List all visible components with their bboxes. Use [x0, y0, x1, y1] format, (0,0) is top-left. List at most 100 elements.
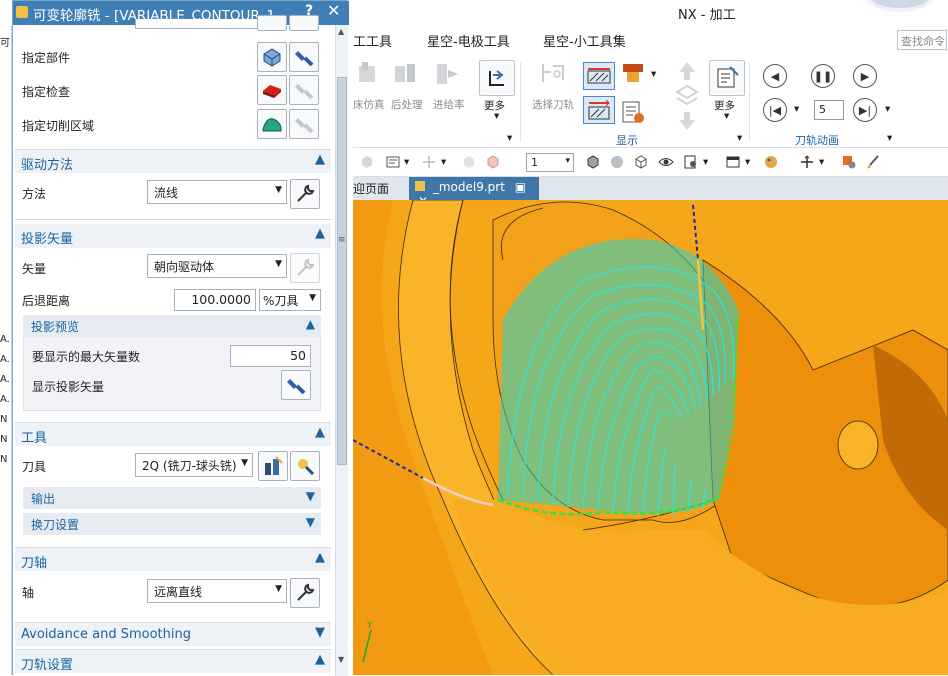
pause-icon[interactable]: ❚❚ [811, 64, 835, 88]
display-cut-area-button[interactable] [289, 109, 319, 139]
step-forward-icon[interactable]: ▶| [853, 98, 877, 122]
retract-unit-select[interactable]: %刀具 ▼ [259, 289, 321, 311]
collapse-icon[interactable]: ▲ [315, 152, 325, 167]
tool-select[interactable]: 2Q (铣刀-球头铣) ▼ [135, 453, 253, 477]
tab-pin-icon[interactable]: ▣ [515, 180, 526, 194]
select-part-button[interactable] [257, 42, 287, 72]
postprocess-icon[interactable] [391, 60, 419, 88]
graphics-viewport[interactable]: Y [353, 200, 948, 675]
more-button-1[interactable] [479, 60, 515, 96]
tab-model9[interactable]: _model9.prt ▣ ✕ [409, 177, 539, 208]
select-cut-area-button[interactable] [257, 109, 287, 139]
window-icon[interactable] [725, 154, 741, 170]
max-vectors-input[interactable]: 50 [230, 345, 311, 367]
collapse-icon[interactable]: ▲ [315, 652, 325, 667]
palette-icon[interactable] [763, 154, 779, 170]
play-icon[interactable]: ▶ [853, 64, 877, 88]
tool-change-header[interactable]: 换刀设置 ▼ [23, 513, 321, 535]
method-select[interactable]: 流线 ▼ [147, 180, 287, 204]
scroll-down-icon[interactable]: ▼ [338, 655, 344, 664]
list-display-icon[interactable] [619, 98, 647, 126]
edit-axis-button[interactable] [290, 578, 320, 608]
projection-vector-section[interactable]: 投影矢量 ▲ [15, 224, 331, 248]
collapse-icon[interactable]: ▲ [315, 425, 325, 440]
layer-select[interactable]: 1 ▾ [526, 153, 574, 172]
command-search-input[interactable]: 查找命令 [897, 30, 947, 50]
move-origin-dropdown-icon[interactable]: ▾ [819, 156, 824, 168]
eye-icon[interactable] [658, 154, 674, 170]
more-button-2[interactable] [709, 60, 745, 96]
display-check-button[interactable] [289, 75, 319, 105]
display-part-button[interactable] [289, 42, 319, 72]
edit-vector-button[interactable] [290, 253, 320, 283]
more-dropdown-1-icon[interactable]: ▾ [494, 110, 499, 122]
snap-dropdown-icon[interactable]: ▾ [441, 156, 446, 168]
scroll-thumb[interactable] [337, 77, 347, 465]
group-dropdown-3-icon[interactable]: ▾ [887, 132, 892, 144]
path-settings-section[interactable]: 刀轨设置 ▲ [15, 649, 331, 673]
layer-dropdown-icon[interactable]: ▾ [565, 156, 570, 166]
wireframe-icon[interactable] [633, 154, 649, 170]
step-back-icon[interactable]: |◀ [763, 98, 787, 122]
retract-distance-input[interactable]: 100.0000 [174, 289, 256, 311]
display-toggle-1[interactable] [583, 62, 615, 90]
tool-axis-section[interactable]: 刀轴 ▲ [15, 547, 331, 571]
machine-simulate-icon[interactable] [353, 60, 381, 88]
axis-select[interactable]: 远离直线 ▼ [147, 579, 287, 603]
geometry-display-button[interactable] [289, 15, 319, 31]
select-check-button[interactable] [257, 75, 287, 105]
show-vectors-button[interactable] [281, 370, 311, 400]
ribbon-tab-tools[interactable]: 工工具 [353, 31, 392, 50]
collapse-icon[interactable]: ▲ [315, 550, 325, 565]
avoidance-section[interactable]: Avoidance and Smoothing ▼ [15, 622, 331, 646]
show-hide-icon[interactable] [683, 154, 699, 170]
animation-speed-spinner[interactable]: 5 [814, 100, 844, 120]
tool-display-icon[interactable] [619, 60, 647, 88]
more-dropdown-2-icon[interactable]: ▾ [724, 110, 729, 122]
shaded-edges-icon[interactable] [585, 154, 601, 170]
step-forward-dropdown-icon[interactable]: ▾ [885, 103, 890, 115]
dialog-scrollbar[interactable]: ▲ ≡ ▼ [335, 25, 348, 676]
brush-icon[interactable] [865, 154, 881, 170]
scroll-up-icon[interactable]: ▲ [338, 27, 344, 36]
window-dropdown-icon[interactable]: ▾ [745, 156, 750, 168]
cube-icon[interactable] [359, 154, 375, 170]
expand-icon[interactable]: ▼ [306, 489, 315, 503]
move-down-icon[interactable] [673, 106, 701, 134]
tab-welcome[interactable]: 迎页面 [353, 180, 389, 197]
part-icon[interactable] [485, 154, 501, 170]
move-origin-icon[interactable] [799, 154, 815, 170]
ribbon-tab-mini-tools[interactable]: 星空-小工具集 [543, 31, 626, 50]
collapse-icon[interactable]: ▲ [306, 317, 315, 331]
step-back-dropdown-icon[interactable]: ▾ [794, 103, 799, 115]
new-tool-button[interactable] [290, 451, 320, 481]
filter-icon[interactable] [385, 154, 401, 170]
expand-icon[interactable]: ▼ [315, 625, 325, 640]
filter-dropdown-icon[interactable]: ▾ [404, 156, 409, 168]
feed-rate-icon[interactable] [433, 60, 461, 88]
close-button[interactable]: ✕ [327, 1, 340, 20]
geometry-edit-button[interactable] [257, 15, 287, 31]
collapse-icon[interactable]: ▲ [315, 226, 325, 241]
tool-display-dropdown-icon[interactable]: ▾ [651, 68, 656, 80]
geometry-combo-partial[interactable] [135, 19, 259, 29]
drive-method-section[interactable]: 驱动方法 ▲ [15, 149, 331, 173]
rewind-icon[interactable]: ◀ [763, 64, 787, 88]
show-hide-dropdown-icon[interactable]: ▾ [703, 156, 708, 168]
vector-select[interactable]: 朝向驱动体 ▼ [147, 254, 287, 278]
edit-tool-button[interactable] [258, 451, 288, 481]
output-header[interactable]: 输出 ▼ [23, 487, 321, 509]
shaded-icon[interactable] [461, 154, 477, 170]
edit-drive-button[interactable] [290, 179, 320, 209]
group-dropdown-2-icon[interactable]: ▾ [737, 132, 742, 144]
tool-section[interactable]: 工具 ▲ [15, 422, 331, 446]
sphere-icon[interactable] [609, 154, 625, 170]
display-toggle-2[interactable] [583, 96, 615, 124]
expand-icon[interactable]: ▼ [306, 515, 315, 529]
projection-preview-header[interactable]: 投影预览 ▲ [23, 315, 321, 337]
select-path-icon[interactable] [539, 60, 567, 88]
snap-icon[interactable] [421, 154, 437, 170]
ribbon-tab-electrode-tools[interactable]: 星空-电极工具 [427, 31, 510, 50]
group-dropdown-1-icon[interactable]: ▾ [507, 132, 512, 144]
settings-square-icon[interactable] [841, 154, 857, 170]
